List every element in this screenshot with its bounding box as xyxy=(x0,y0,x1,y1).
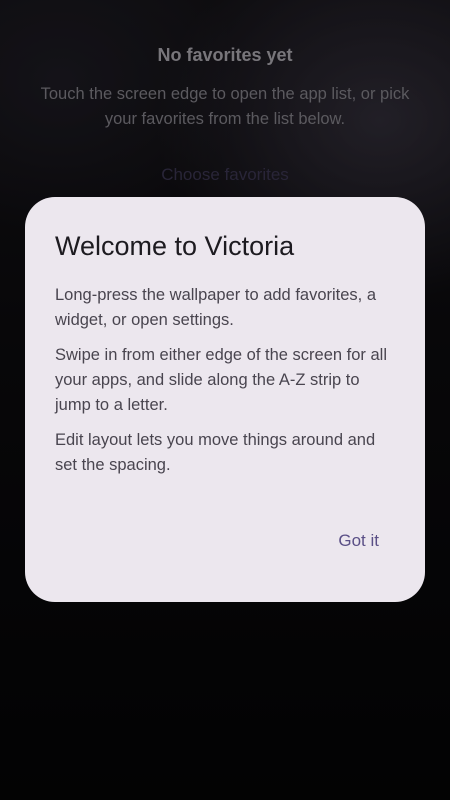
dialog-paragraph: Swipe in from either edge of the screen … xyxy=(55,346,388,414)
dialog-paragraph: Long-press the wallpaper to add favorite… xyxy=(55,286,377,329)
got-it-button[interactable]: Got it xyxy=(338,530,379,552)
dialog-title: Welcome to Victoria xyxy=(55,231,295,261)
dialog-paragraph: Edit layout lets you move things around … xyxy=(55,431,376,474)
dialog-body: Long-press the wallpaper to add favorite… xyxy=(55,283,395,478)
welcome-dialog: Welcome to Victoria Long-press the wallp… xyxy=(25,197,425,602)
